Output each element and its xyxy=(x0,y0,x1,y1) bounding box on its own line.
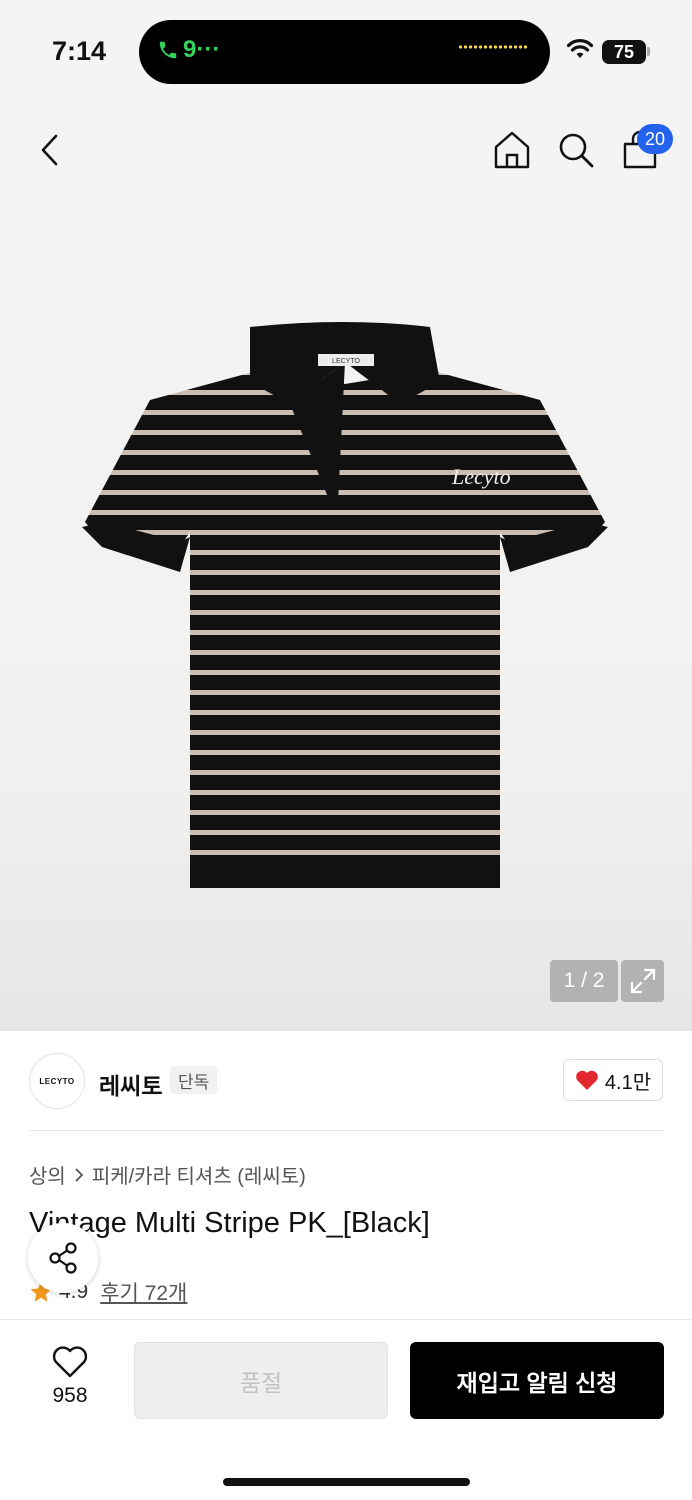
home-icon xyxy=(494,131,530,169)
share-button[interactable] xyxy=(28,1223,98,1293)
cart-count-badge: 20 xyxy=(637,124,673,154)
product-image: LECYTO Lecyto xyxy=(82,322,608,888)
heart-icon xyxy=(52,1346,88,1378)
status-clock: 7:14 xyxy=(52,36,107,66)
share-icon xyxy=(49,1242,77,1274)
reviews-link[interactable]: 후기 72개 xyxy=(100,1277,187,1307)
call-text: 9··· xyxy=(183,36,221,63)
breadcrumb-category[interactable]: 상의 xyxy=(29,1160,66,1189)
call-indicator: 9··· xyxy=(157,36,220,64)
audio-waveform xyxy=(458,42,528,52)
expand-button[interactable] xyxy=(621,960,664,1002)
breadcrumb: 상의 피케/카라 티셔츠 (레씨토) xyxy=(29,1160,306,1189)
brand-like-count: 4.1만 xyxy=(604,1071,652,1094)
search-icon xyxy=(559,133,594,168)
wifi-icon xyxy=(566,39,594,58)
brand-logo[interactable]: LECYTO xyxy=(29,1053,85,1109)
exclusive-badge: 단독 xyxy=(170,1066,218,1094)
image-counter: 1 / 2 xyxy=(550,960,618,1002)
battery-indicator: 75 xyxy=(602,40,646,64)
home-indicator[interactable] xyxy=(223,1478,470,1486)
brand-row: LECYTO 레씨토 단독 4.1만 xyxy=(0,1031,692,1131)
breadcrumb-subcategory[interactable]: 피케/카라 티셔츠 (레씨토) xyxy=(92,1160,306,1189)
heart-filled-icon xyxy=(576,1070,598,1090)
wishlist-count: 958 xyxy=(52,1384,88,1407)
brand-like-button[interactable]: 4.1만 xyxy=(563,1059,663,1101)
wishlist-button[interactable]: 958 xyxy=(40,1346,100,1416)
expand-icon xyxy=(630,968,655,994)
restock-alert-button[interactable]: 재입고 알림 신청 xyxy=(410,1342,664,1419)
back-button[interactable] xyxy=(30,128,70,172)
back-icon xyxy=(41,134,58,166)
status-bar: 7:14 9··· 75 xyxy=(0,0,692,100)
chevron-right-icon xyxy=(75,1167,84,1182)
product-gallery[interactable]: 20 LECYTO Lecyto 1 / 2 xyxy=(0,100,692,1031)
collar-label: LECYTO xyxy=(332,358,360,365)
phone-icon xyxy=(159,41,177,59)
shirt-logo: Lecyto xyxy=(451,464,511,489)
brand-name[interactable]: 레씨토 xyxy=(99,1067,162,1101)
search-button[interactable] xyxy=(554,126,598,174)
home-button[interactable] xyxy=(490,126,534,174)
bottom-action-bar: 958 품절 재입고 알림 신청 xyxy=(0,1319,692,1500)
dynamic-island[interactable]: 9··· xyxy=(139,20,550,84)
battery-tip xyxy=(647,47,650,56)
soldout-button: 품절 xyxy=(134,1342,388,1419)
divider xyxy=(29,1130,664,1131)
